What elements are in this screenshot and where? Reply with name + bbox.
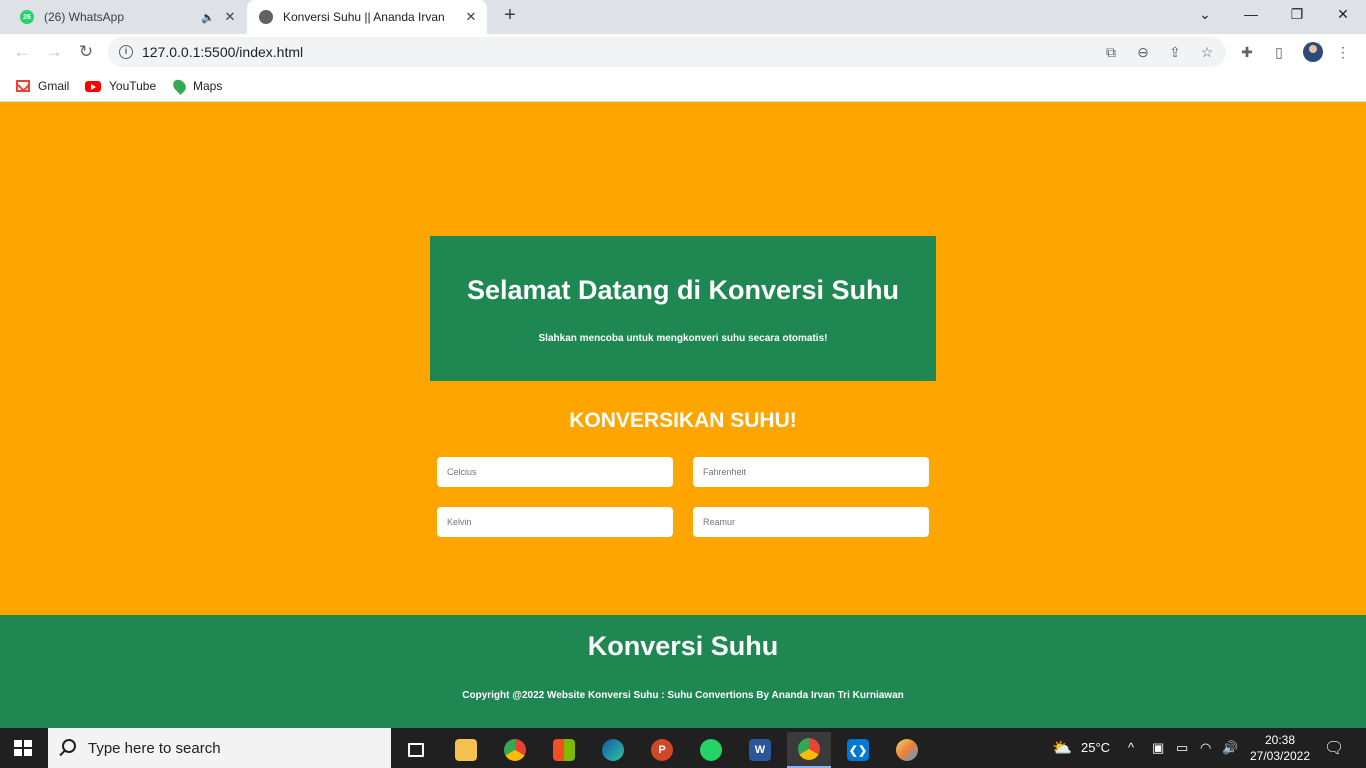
bookmarks-bar: Gmail YouTube Maps: [0, 70, 1366, 102]
browser-tab-strip: 26 (26) WhatsApp 🔈 ✕ Konversi Suhu || An…: [0, 0, 1366, 34]
fahrenheit-input[interactable]: [693, 457, 929, 487]
page-content: Selamat Datang di Konversi Suhu Slahkan …: [0, 103, 1366, 615]
restore-button[interactable]: ❐: [1274, 0, 1320, 30]
bookmark-star-icon[interactable]: ☆: [1198, 43, 1216, 61]
hero-subtitle: Slahkan mencoba untuk mengkonveri suhu s…: [538, 333, 828, 344]
celcius-input[interactable]: [437, 457, 673, 487]
weather-temperature[interactable]: 25°C: [1081, 740, 1110, 755]
maps-icon: [170, 77, 189, 95]
whatsapp-app-icon[interactable]: [689, 732, 733, 768]
youtube-icon: [85, 80, 101, 92]
bookmark-maps[interactable]: Maps: [170, 77, 223, 95]
address-bar[interactable]: i 127.0.0.1:5500/index.html ⧉ ⊖ ⇪ ☆: [108, 37, 1226, 67]
file-explorer-icon[interactable]: [444, 732, 488, 768]
welcome-banner: Selamat Datang di Konversi Suhu Slahkan …: [430, 236, 936, 381]
menu-kebab-icon[interactable]: ⋮: [1332, 41, 1354, 63]
wifi-icon[interactable]: ◠: [1200, 740, 1211, 756]
browser-toolbar: ← → ↻ i 127.0.0.1:5500/index.html ⧉ ⊖ ⇪ …: [0, 34, 1366, 70]
task-view-icon[interactable]: [394, 732, 438, 768]
forward-button[interactable]: →: [42, 40, 66, 64]
bookmark-label: YouTube: [109, 79, 157, 93]
word-icon[interactable]: W: [738, 732, 782, 768]
bookmark-label: Gmail: [38, 79, 70, 93]
close-tab-icon[interactable]: ✕: [463, 9, 479, 25]
site-info-icon[interactable]: i: [119, 45, 133, 59]
vscode-icon[interactable]: ❮❯: [836, 732, 880, 768]
microsoft-store-icon[interactable]: [542, 732, 586, 768]
powerpoint-icon[interactable]: P: [640, 732, 684, 768]
url-text[interactable]: 127.0.0.1:5500/index.html: [142, 44, 303, 60]
tab-search-icon[interactable]: ⌄: [1182, 0, 1228, 30]
chrome-icon[interactable]: [493, 732, 537, 768]
converter-heading: KONVERSIKAN SUHU!: [569, 409, 797, 432]
kelvin-input[interactable]: [437, 507, 673, 537]
minimize-button[interactable]: —: [1228, 0, 1274, 30]
taskbar-search[interactable]: Type here to search: [48, 728, 391, 768]
globe-icon: [259, 10, 273, 24]
footer-copyright: Copyright @2022 Website Konversi Suhu : …: [462, 690, 904, 701]
hero-title: Selamat Datang di Konversi Suhu: [466, 275, 900, 305]
gmail-icon: [16, 80, 30, 92]
speaker-icon[interactable]: 🔈: [200, 11, 216, 24]
edge-icon[interactable]: [591, 732, 635, 768]
tab-title: (26) WhatsApp: [44, 10, 125, 24]
volume-icon[interactable]: 🔊: [1222, 740, 1238, 756]
tab-whatsapp[interactable]: 26 (26) WhatsApp 🔈 ✕: [8, 0, 246, 34]
tab-konversi-suhu[interactable]: Konversi Suhu || Ananda Irvan ✕: [247, 0, 487, 34]
weather-icon[interactable]: ⛅: [1052, 738, 1072, 758]
profile-avatar[interactable]: [1303, 42, 1323, 62]
page-footer: Konversi Suhu Copyright @2022 Website Ko…: [0, 615, 1366, 728]
new-tab-button[interactable]: +: [500, 5, 520, 26]
search-placeholder: Type here to search: [88, 740, 221, 757]
windows-taskbar: Type here to search P W ❮❯ ⛅ 25°C ^ ▣ ▭ …: [0, 728, 1366, 768]
side-panel-icon[interactable]: ▯: [1268, 41, 1290, 63]
share-icon[interactable]: ⇪: [1166, 43, 1184, 61]
footer-title: Konversi Suhu: [587, 631, 779, 661]
reamur-input[interactable]: [693, 507, 929, 537]
paint-icon[interactable]: [885, 732, 929, 768]
bookmark-label: Maps: [193, 79, 223, 93]
chevron-up-icon[interactable]: ^: [1128, 740, 1134, 755]
close-tab-icon[interactable]: ✕: [222, 9, 238, 25]
system-clock[interactable]: 20:38 27/03/2022: [1248, 732, 1312, 764]
chrome-active-icon[interactable]: [787, 732, 831, 768]
translate-icon[interactable]: ⧉: [1102, 43, 1120, 61]
tab-title: Konversi Suhu || Ananda Irvan: [283, 10, 445, 24]
clock-time: 20:38: [1264, 733, 1296, 747]
meet-now-icon[interactable]: ▣: [1152, 740, 1164, 756]
search-icon: [62, 739, 76, 753]
clock-date: 27/03/2022: [1249, 749, 1311, 763]
whatsapp-icon: 26: [20, 10, 34, 24]
notification-icon[interactable]: 🗨: [1324, 738, 1344, 758]
reload-button[interactable]: ↻: [74, 40, 98, 64]
battery-icon[interactable]: ▭: [1176, 740, 1188, 756]
bookmark-youtube[interactable]: YouTube: [85, 77, 156, 95]
windows-start-icon[interactable]: [14, 740, 32, 756]
close-window-button[interactable]: ✕: [1320, 0, 1366, 30]
back-button[interactable]: ←: [10, 40, 34, 64]
extensions-icon[interactable]: ✚: [1236, 41, 1258, 63]
zoom-icon[interactable]: ⊖: [1134, 43, 1152, 61]
bookmark-gmail[interactable]: Gmail: [16, 77, 69, 95]
